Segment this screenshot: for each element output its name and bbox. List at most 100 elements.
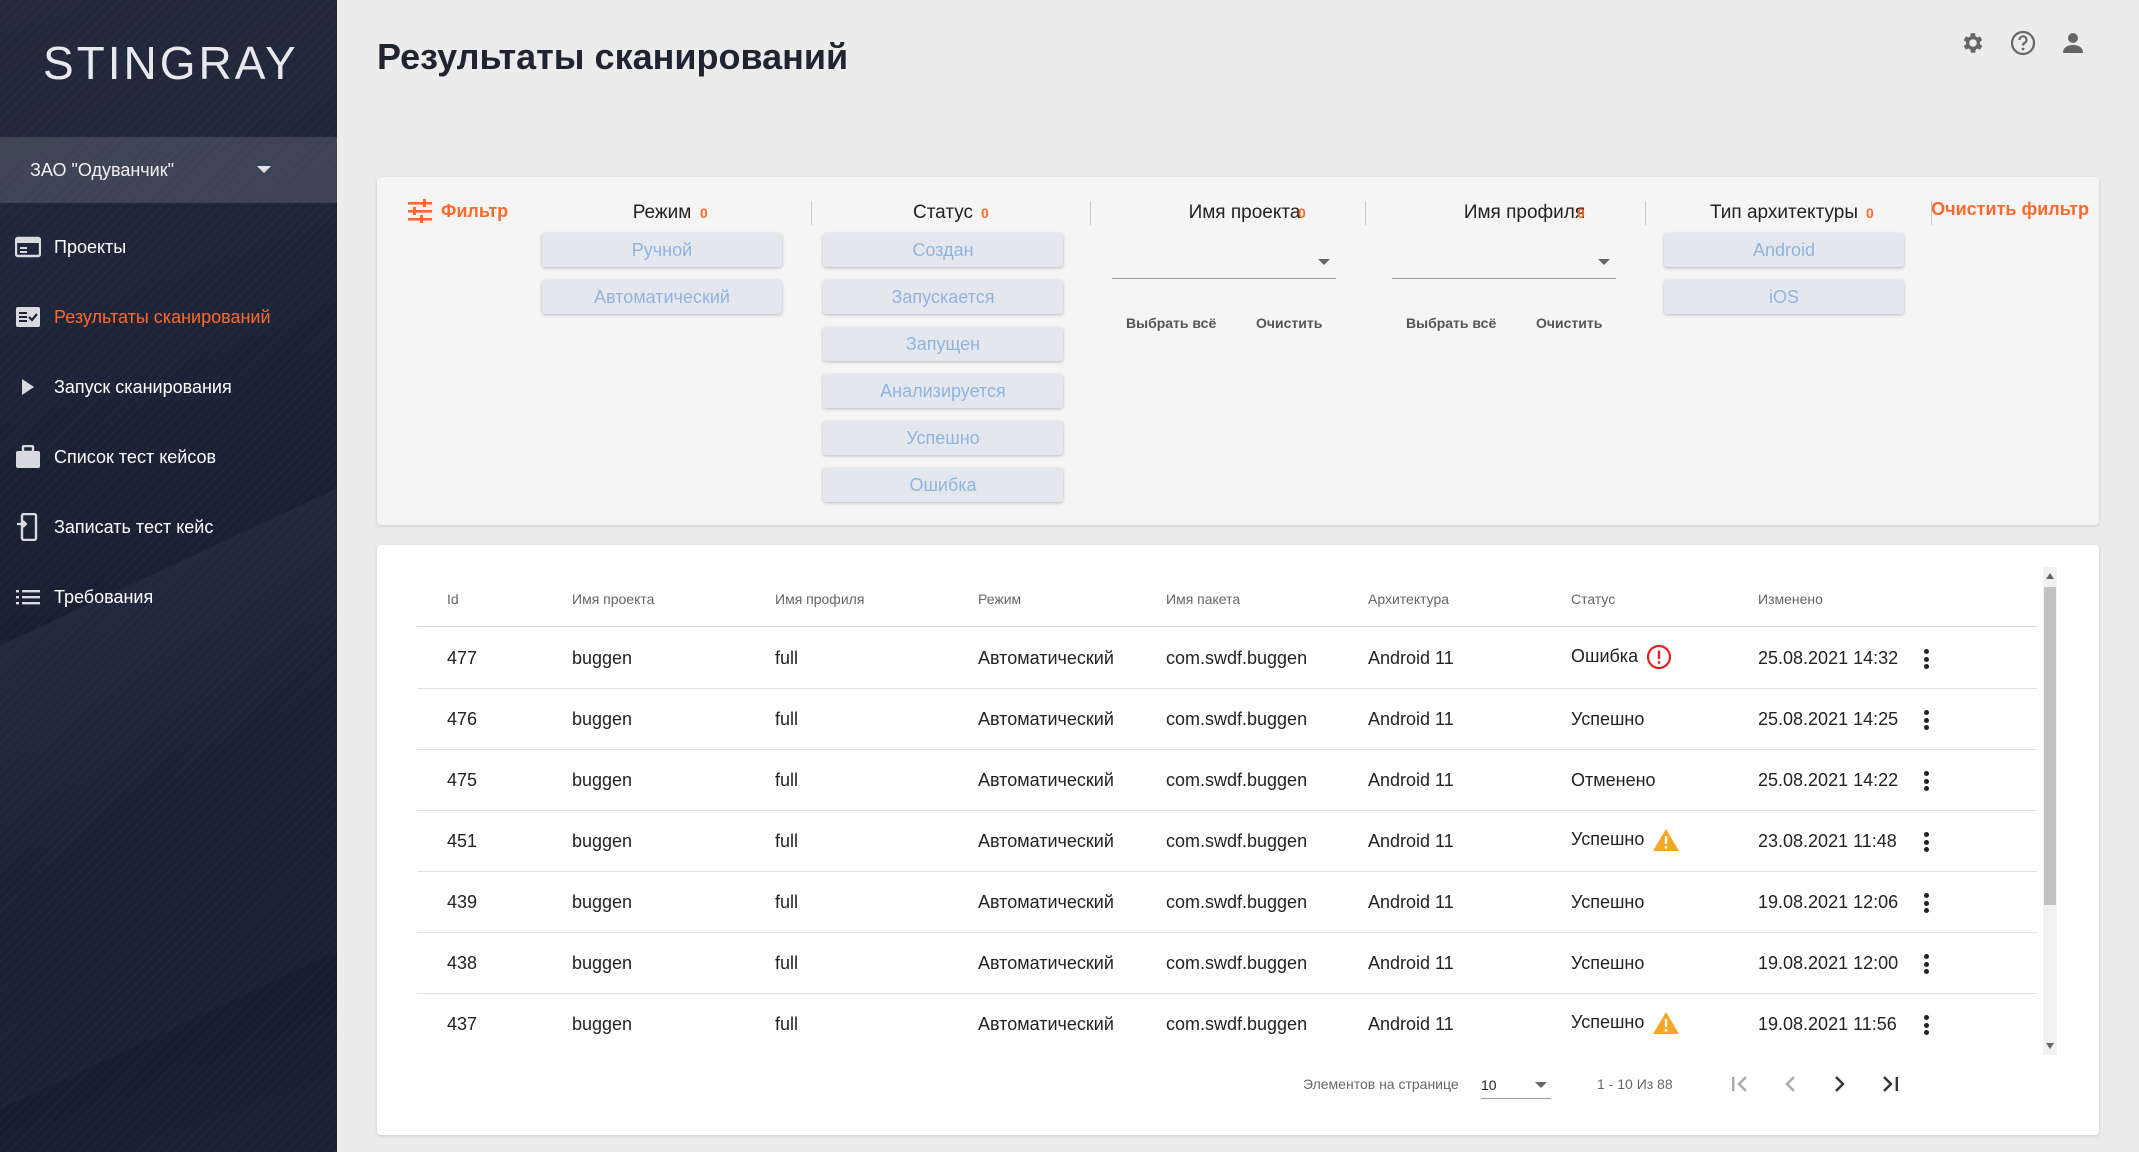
warning-icon bbox=[1653, 829, 1680, 851]
table-row[interactable]: 437 buggen full Автоматический com.swdf.… bbox=[417, 994, 2037, 1055]
filter-status-created-chip[interactable]: Создан bbox=[823, 233, 1063, 267]
gear-icon[interactable] bbox=[1959, 29, 1987, 57]
cell-package: com.swdf.buggen bbox=[1166, 892, 1308, 912]
row-menu-icon[interactable] bbox=[1914, 1012, 1938, 1038]
filter-mode-manual-chip[interactable]: Ручной bbox=[542, 233, 782, 267]
filter-status-success-chip[interactable]: Успешно bbox=[823, 421, 1063, 455]
project-clear-button[interactable]: Очистить bbox=[1256, 315, 1322, 331]
scroll-down-icon[interactable] bbox=[2046, 1043, 2054, 1049]
filter-status-running-chip[interactable]: Запущен bbox=[823, 327, 1063, 361]
divider bbox=[1645, 201, 1646, 225]
cell-status: Успешно bbox=[1571, 709, 1645, 729]
organization-select[interactable]: ЗАО "Одуванчик" bbox=[0, 137, 337, 203]
profile-name-select[interactable] bbox=[1392, 239, 1616, 279]
filter-profile-count: 0 bbox=[1577, 205, 1585, 221]
table-row[interactable]: 438 buggen full Автоматический com.swdf.… bbox=[417, 933, 2037, 994]
table-row[interactable]: 477 buggen full Автоматический com.swdf.… bbox=[417, 628, 2037, 689]
filter-mode-auto-chip[interactable]: Автоматический bbox=[542, 280, 782, 314]
sidebar: STINGRAY ЗАО "Одуванчик" Проекты Результ… bbox=[0, 0, 337, 1152]
chevron-right-icon bbox=[1835, 1076, 1845, 1092]
cell-package: com.swdf.buggen bbox=[1166, 770, 1308, 790]
app-logo: STINGRAY bbox=[43, 37, 299, 89]
filter-panel: Фильтр Режим 0 Ручной Автоматический Ста… bbox=[377, 177, 2099, 525]
cell-id: 477 bbox=[447, 648, 478, 668]
sidebar-item-test-cases[interactable]: Список тест кейсов bbox=[0, 422, 337, 492]
user-icon[interactable] bbox=[2059, 29, 2087, 57]
column-header-profile[interactable]: Имя профиля bbox=[775, 591, 864, 607]
table-row[interactable]: 476 buggen full Автоматический com.swdf.… bbox=[417, 689, 2037, 750]
column-header-project[interactable]: Имя проекта bbox=[572, 591, 654, 607]
cell-mode: Автоматический bbox=[978, 1014, 1114, 1034]
sidebar-item-start-scan[interactable]: Запуск сканирования bbox=[0, 352, 337, 422]
record-phone-icon bbox=[14, 513, 42, 541]
cell-profile: full bbox=[775, 953, 799, 973]
cell-package: com.swdf.buggen bbox=[1166, 709, 1308, 729]
cell-id: 451 bbox=[447, 831, 478, 851]
clear-filter-button[interactable]: Очистить фильтр bbox=[1931, 199, 2089, 220]
filter-toggle[interactable]: Фильтр bbox=[407, 199, 508, 223]
sidebar-item-requirements[interactable]: Требования bbox=[0, 562, 337, 632]
project-name-select[interactable] bbox=[1112, 239, 1336, 279]
project-select-all-button[interactable]: Выбрать всё bbox=[1126, 315, 1216, 331]
filter-status-count: 0 bbox=[981, 205, 989, 221]
cell-changed: 19.08.2021 11:56 bbox=[1758, 1014, 1897, 1034]
cell-mode: Автоматический bbox=[978, 892, 1114, 912]
cell-package: com.swdf.buggen bbox=[1166, 1014, 1308, 1034]
profile-select-all-button[interactable]: Выбрать всё bbox=[1406, 315, 1496, 331]
sidebar-nav: Проекты Результаты сканирований Запуск с… bbox=[0, 212, 337, 632]
filter-status-error-chip[interactable]: Ошибка bbox=[823, 468, 1063, 502]
row-menu-icon[interactable] bbox=[1914, 829, 1938, 855]
cell-package: com.swdf.buggen bbox=[1166, 831, 1308, 851]
column-header-id[interactable]: Id bbox=[447, 591, 459, 607]
sidebar-item-projects[interactable]: Проекты bbox=[0, 212, 337, 282]
column-header-arch[interactable]: Архитектура bbox=[1368, 591, 1449, 607]
help-icon[interactable] bbox=[2009, 29, 2037, 57]
filter-project-count: 0 bbox=[1298, 205, 1306, 221]
cell-changed: 19.08.2021 12:00 bbox=[1758, 953, 1899, 973]
filter-arch-ios-chip[interactable]: iOS bbox=[1664, 280, 1904, 314]
cell-changed: 25.08.2021 14:25 bbox=[1758, 709, 1899, 729]
cell-changed: 25.08.2021 14:32 bbox=[1758, 648, 1899, 668]
cell-mode: Автоматический bbox=[978, 709, 1114, 729]
items-per-page-select[interactable]: 10 bbox=[1481, 1067, 1551, 1099]
play-icon bbox=[14, 373, 42, 401]
row-menu-icon[interactable] bbox=[1914, 951, 1938, 977]
sidebar-item-record-test-case[interactable]: Записать тест кейс bbox=[0, 492, 337, 562]
next-page-button[interactable] bbox=[1825, 1069, 1855, 1099]
cell-mode: Автоматический bbox=[978, 953, 1114, 973]
last-page-button[interactable] bbox=[1875, 1069, 1905, 1099]
results-table-card: Id Имя проекта Имя профиля Режим Имя пак… bbox=[377, 545, 2099, 1135]
cell-project: buggen bbox=[572, 831, 633, 851]
cell-arch: Android 11 bbox=[1368, 770, 1454, 790]
table-row[interactable]: 439 buggen full Автоматический com.swdf.… bbox=[417, 872, 2037, 933]
filter-status-analyzing-chip[interactable]: Анализируется bbox=[823, 374, 1063, 408]
cell-profile: full bbox=[775, 648, 799, 668]
cell-package: com.swdf.buggen bbox=[1166, 648, 1308, 668]
table-scrollbar[interactable] bbox=[2043, 567, 2057, 1055]
table-header: Id Имя проекта Имя профиля Режим Имя пак… bbox=[417, 545, 2037, 627]
sidebar-item-label: Записать тест кейс bbox=[54, 516, 214, 537]
list-icon bbox=[14, 583, 42, 611]
prev-page-button[interactable] bbox=[1775, 1069, 1805, 1099]
profile-clear-button[interactable]: Очистить bbox=[1536, 315, 1602, 331]
cell-status: Отменено bbox=[1571, 770, 1656, 790]
sidebar-item-scan-results[interactable]: Результаты сканирований bbox=[0, 282, 337, 352]
row-menu-icon[interactable] bbox=[1914, 768, 1938, 794]
filter-status-starting-chip[interactable]: Запускается bbox=[823, 280, 1063, 314]
table-row[interactable]: 451 buggen full Автоматический com.swdf.… bbox=[417, 811, 2037, 872]
scrollbar-thumb[interactable] bbox=[2044, 587, 2056, 905]
row-menu-icon[interactable] bbox=[1914, 707, 1938, 733]
filter-mode-count: 0 bbox=[700, 205, 708, 221]
column-header-status[interactable]: Статус bbox=[1571, 591, 1615, 607]
filter-arch-android-chip[interactable]: Android bbox=[1664, 233, 1904, 267]
scroll-up-icon[interactable] bbox=[2046, 573, 2054, 579]
filter-status: Статус 0 Создан Запускается Запущен Анал… bbox=[823, 195, 1063, 515]
column-header-mode[interactable]: Режим bbox=[978, 591, 1021, 607]
column-header-changed[interactable]: Изменено bbox=[1758, 591, 1823, 607]
row-menu-icon[interactable] bbox=[1914, 890, 1938, 916]
first-page-button[interactable] bbox=[1725, 1069, 1755, 1099]
row-menu-icon[interactable] bbox=[1914, 646, 1938, 672]
table-row[interactable]: 475 buggen full Автоматический com.swdf.… bbox=[417, 750, 2037, 811]
last-page-icon bbox=[1883, 1076, 1898, 1092]
column-header-package[interactable]: Имя пакета bbox=[1166, 591, 1240, 607]
